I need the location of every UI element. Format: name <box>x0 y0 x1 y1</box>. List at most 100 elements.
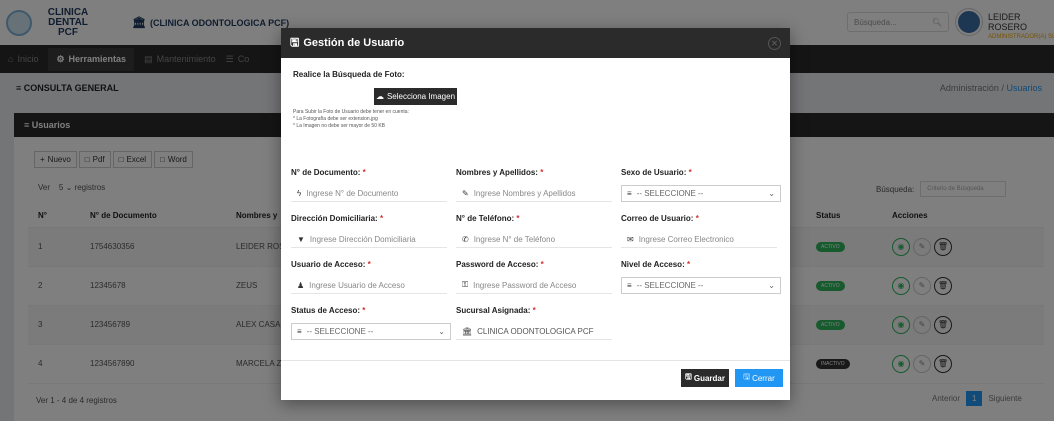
map-pin-icon: ▼ <box>297 234 305 244</box>
usuario-field: Usuario de Acceso: * ♟ Ingrese Usuario de… <box>291 260 447 294</box>
status-label: Status de Acceso: * <box>291 306 451 315</box>
phone-icon: ✆ <box>462 234 469 244</box>
bolt-icon: ϟ <box>297 188 302 198</box>
nombres-input[interactable]: ✎ Ingrese Nombres y Apellidos <box>456 185 612 202</box>
nombres-label-text: Nombres y Apellidos: <box>456 168 538 177</box>
sucursal-value: CLINICA ODONTOLOGICA PCF <box>477 326 594 336</box>
photo-note-3: * La Imagen no debe ser mayor de 50 KB <box>293 123 386 129</box>
required-mark: * <box>516 214 520 223</box>
tel-input[interactable]: ✆ Ingrese N° de Teléfono <box>456 231 612 248</box>
photo-note-1: Para Subir la Foto de Usuario debe tener… <box>293 109 409 115</box>
photo-section: Realice la Búsqueda de Foto: ☁ Selecciona… <box>293 70 457 130</box>
correo-label-text: Correo de Usuario: <box>621 214 694 223</box>
nivel-label-text: Nivel de Acceso: <box>621 260 685 269</box>
correo-placeholder: Ingrese Correo Electronico <box>638 234 734 244</box>
usuario-label: Usuario de Acceso: * <box>291 260 447 269</box>
required-mark: * <box>379 214 384 223</box>
required-mark: * <box>362 306 366 315</box>
usuario-label-text: Usuario de Acceso: <box>291 260 366 269</box>
required-mark: * <box>532 306 536 315</box>
save-disk-icon: 🖫︎ <box>290 36 300 49</box>
close-button[interactable]: 🖫︎ Cerrar <box>735 369 783 387</box>
save-disk-icon: 🖫︎ <box>685 372 692 381</box>
envelope-icon: ✉ <box>627 234 634 244</box>
status-field: Status de Acceso: * ≡ -- SELECCIONE -- ⌄ <box>291 306 451 340</box>
sexo-label-text: Sexo de Usuario: <box>621 168 687 177</box>
modal-header: 🖫︎ Gestión de Usuario ✕ <box>281 28 790 58</box>
status-label-text: Status de Acceso: <box>291 306 361 315</box>
correo-input[interactable]: ✉ Ingrese Correo Electronico <box>621 231 777 248</box>
close-disk-icon: 🖫︎ <box>743 372 751 381</box>
list-icon: ≡ <box>627 189 632 198</box>
status-value: -- SELECCIONE -- <box>306 327 374 336</box>
status-select[interactable]: ≡ -- SELECCIONE -- ⌄ <box>291 323 451 340</box>
photo-note-2: * La Fotografía debe ser extension.jpg <box>293 116 378 122</box>
select-image-button[interactable]: ☁ Selecciona Imagen <box>374 88 457 105</box>
select-image-label: Selecciona Imagen <box>386 92 456 101</box>
sexo-field: Sexo de Usuario: * ≡ -- SELECCIONE -- ⌄ <box>621 168 781 202</box>
key-icon: ⚿ <box>462 280 469 289</box>
pass-input[interactable]: ⚿ Ingrese Password de Acceso <box>456 277 612 294</box>
correo-label: Correo de Usuario: * <box>621 214 777 223</box>
save-label: Guardar <box>693 373 725 383</box>
doc-input[interactable]: ϟ Ingrese N° de Documento <box>291 185 447 202</box>
nombres-placeholder: Ingrese Nombres y Apellidos <box>473 188 576 198</box>
save-button[interactable]: 🖫︎ Guardar <box>681 369 729 387</box>
usuario-input[interactable]: ♟ Ingrese Usuario de Acceso <box>291 277 447 294</box>
close-label: Cerrar <box>752 373 775 383</box>
modal-title: Gestión de Usuario <box>303 37 405 49</box>
nivel-select[interactable]: ≡ -- SELECCIONE -- ⌄ <box>621 277 781 294</box>
nombres-field: Nombres y Apellidos: * ✎ Ingrese Nombres … <box>456 168 612 202</box>
chevron-down-icon: ⌄ <box>768 281 775 290</box>
nivel-label: Nivel de Acceso: * <box>621 260 781 269</box>
chevron-down-icon: ⌄ <box>768 189 775 198</box>
pass-placeholder: Ingrese Password de Acceso <box>473 280 577 290</box>
required-mark: * <box>686 260 691 269</box>
sucursal-label-text: Sucursal Asignada: <box>456 306 531 315</box>
required-mark: * <box>540 168 544 177</box>
pass-label-text: Password de Acceso: <box>456 260 539 269</box>
required-mark: * <box>540 260 544 269</box>
doc-placeholder: Ingrese N° de Documento <box>306 188 399 198</box>
tel-field: N° de Teléfono: * ✆ Ingrese N° de Teléfon… <box>456 214 612 248</box>
required-mark: * <box>367 260 371 269</box>
sucursal-label: Sucursal Asignada: * <box>456 306 612 315</box>
sexo-value: -- SELECCIONE -- <box>636 189 704 198</box>
pass-field: Password de Acceso: * ⚿ Ingrese Password … <box>456 260 612 294</box>
list-icon: ≡ <box>297 327 302 336</box>
sexo-label: Sexo de Usuario: * <box>621 168 781 177</box>
tel-label-text: N° de Teléfono: <box>456 214 515 223</box>
dir-field: Dirección Domiciliaria: * ▼ Ingrese Direc… <box>291 214 447 248</box>
bank-icon: 🏛 <box>462 326 473 336</box>
nivel-value: -- SELECCIONE -- <box>636 281 704 290</box>
dir-input[interactable]: ▼ Ingrese Dirección Domiciliaria <box>291 231 447 248</box>
correo-field: Correo de Usuario: * ✉ Ingrese Correo Ele… <box>621 214 777 248</box>
user-modal: 🖫︎ Gestión de Usuario ✕ Realice la Búsqu… <box>281 28 790 400</box>
required-mark: * <box>362 168 366 177</box>
nombres-label: Nombres y Apellidos: * <box>456 168 612 177</box>
doc-field: N° de Documento: * ϟ Ingrese N° de Docume… <box>291 168 447 202</box>
pencil-icon: ✎ <box>462 188 469 198</box>
cloud-icon: ☁ <box>375 92 384 101</box>
required-mark: * <box>695 214 699 223</box>
pass-label: Password de Acceso: * <box>456 260 612 269</box>
dir-label-text: Dirección Domiciliaria: <box>291 214 378 223</box>
close-icon[interactable]: ✕ <box>768 37 781 50</box>
dir-label: Dirección Domiciliaria: * <box>291 214 447 223</box>
usuario-placeholder: Ingrese Usuario de Acceso <box>309 280 405 290</box>
sucursal-field: Sucursal Asignada: * 🏛 CLINICA ODONTOLOGI… <box>456 306 612 340</box>
required-mark: * <box>688 168 692 177</box>
dir-placeholder: Ingrese Dirección Domiciliaria <box>309 234 416 244</box>
doc-label-text: N° de Documento: <box>291 168 361 177</box>
user-icon: ♟ <box>297 280 305 290</box>
nivel-field: Nivel de Acceso: * ≡ -- SELECCIONE -- ⌄ <box>621 260 781 294</box>
photo-note: Para Subir la Foto de Usuario debe tener… <box>293 109 457 130</box>
tel-label: N° de Teléfono: * <box>456 214 612 223</box>
tel-placeholder: Ingrese N° de Teléfono <box>473 234 556 244</box>
doc-label: N° de Documento: * <box>291 168 447 177</box>
sucursal-input: 🏛 CLINICA ODONTOLOGICA PCF <box>456 323 612 340</box>
list-icon: ≡ <box>627 281 632 290</box>
sexo-select[interactable]: ≡ -- SELECCIONE -- ⌄ <box>621 185 781 202</box>
photo-label: Realice la Búsqueda de Foto: <box>293 70 405 79</box>
chevron-down-icon: ⌄ <box>438 327 445 336</box>
